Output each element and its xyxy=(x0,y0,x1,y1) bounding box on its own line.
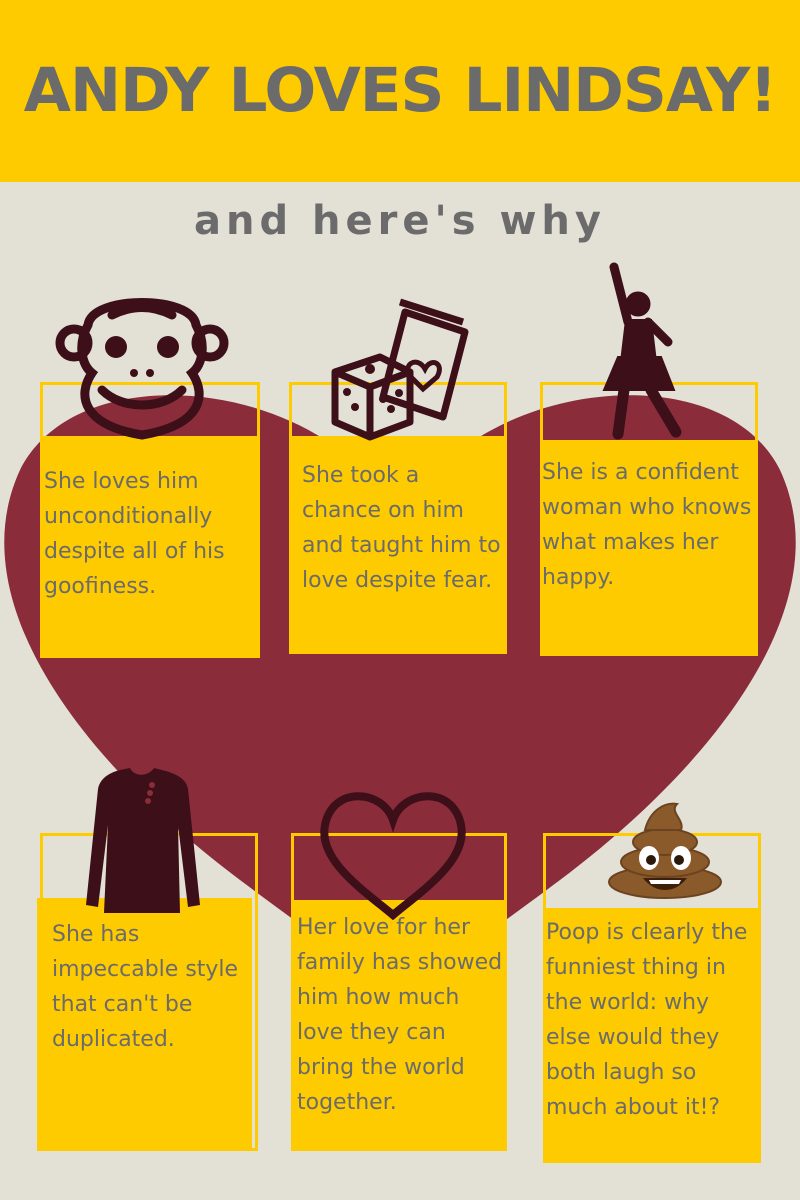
dice-and-card-icon xyxy=(331,298,469,441)
reason-text: She took a chance on him and taught him … xyxy=(302,463,501,593)
poop-emoji-icon xyxy=(608,802,722,899)
reason-text: Her love for her family has showed him h… xyxy=(297,915,503,1115)
reason-text: She has impeccable style that can't be d… xyxy=(52,922,239,1052)
reason-text: She loves him unconditionally despite al… xyxy=(44,469,225,599)
heart-outline-icon xyxy=(320,792,466,920)
reason-text: She is a confident woman who knows what … xyxy=(542,460,752,590)
shirt-icon xyxy=(86,768,200,913)
dancing-woman-icon xyxy=(602,262,682,440)
monkey-icon xyxy=(55,298,229,440)
reason-text: Poop is clearly the funniest thing in th… xyxy=(546,920,748,1120)
